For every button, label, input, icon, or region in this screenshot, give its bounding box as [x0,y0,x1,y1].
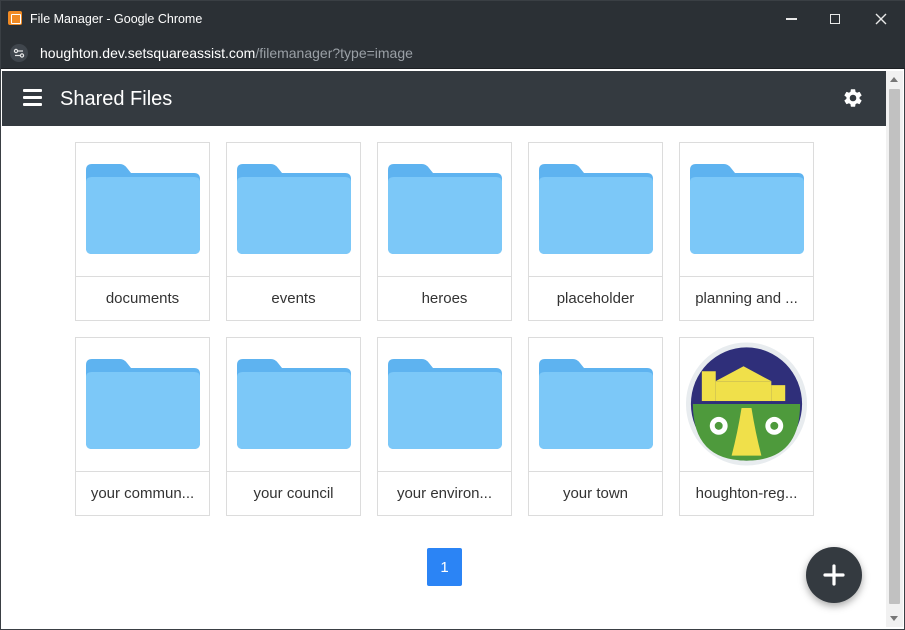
maximize-icon [830,14,840,24]
tile-thumbnail [227,143,360,277]
folder-tile[interactable]: documents [75,142,210,321]
scroll-down-icon[interactable] [890,616,898,621]
folder-icon [237,164,351,254]
scrollbar[interactable] [886,71,903,627]
council-crest-image [685,342,808,466]
app-icon [8,11,22,25]
tile-thumbnail [76,143,209,277]
scroll-up-icon[interactable] [890,77,898,82]
site-info-icon[interactable] [10,44,28,62]
url-text[interactable]: houghton.dev.setsquareassist.com/fileman… [40,45,413,61]
tile-thumbnail [529,338,662,472]
tile-thumbnail [680,338,813,472]
gear-icon [844,89,862,107]
url-host: houghton.dev.setsquareassist.com [40,45,256,61]
pagination-page-1[interactable]: 1 [427,548,462,586]
window-title: File Manager - Google Chrome [30,12,203,26]
folder-icon [388,359,502,449]
browser-window: File Manager - Google Chrome houghton.de… [0,0,905,630]
close-icon [875,13,887,25]
tile-label: events [271,290,316,307]
folder-icon [388,164,502,254]
tile-thumbnail [529,143,662,277]
folder-tile[interactable]: planning and ... [679,142,814,321]
tile-thumbnail [378,338,511,472]
tile-label: planning and ... [695,290,798,307]
plus-icon [823,564,845,586]
folder-tile[interactable]: placeholder [528,142,663,321]
folder-icon [86,359,200,449]
folder-tile[interactable]: heroes [377,142,512,321]
settings-button[interactable] [842,87,864,109]
url-path: /filemanager?type=image [255,45,413,61]
tile-label: your town [562,485,629,502]
tile-label: houghton-reg... [695,485,798,502]
folder-icon [690,164,804,254]
minimize-button[interactable] [768,1,814,37]
tile-label: your council [253,485,334,502]
folder-tile[interactable]: your environ... [377,337,512,516]
tile-thumbnail [680,143,813,277]
minimize-icon [785,18,797,20]
image-tile[interactable]: houghton-reg... [679,337,814,516]
folder-tile[interactable]: your council [226,337,361,516]
tile-thumbnail [378,143,511,277]
address-bar[interactable]: houghton.dev.setsquareassist.com/fileman… [1,37,905,69]
tile-label: your commun... [90,485,195,502]
folder-tile[interactable]: your town [528,337,663,516]
scrollbar-thumb[interactable] [889,89,900,604]
maximize-button[interactable] [812,1,858,37]
tile-label: your environ... [396,485,493,502]
tile-thumbnail [76,338,209,472]
window-titlebar: File Manager - Google Chrome [1,1,905,37]
menu-icon[interactable] [23,89,43,107]
folder-icon [539,359,653,449]
add-button[interactable] [806,547,862,603]
folder-tile[interactable]: events [226,142,361,321]
tile-thumbnail [227,338,360,472]
page-title: Shared Files [60,88,173,110]
tile-label: heroes [421,290,468,307]
folder-tile[interactable]: your commun... [75,337,210,516]
folder-icon [539,164,653,254]
app-header: Shared Files [2,71,886,126]
folder-icon [86,164,200,254]
tile-label: placeholder [556,290,635,307]
folder-icon [237,359,351,449]
tile-label: documents [105,290,180,307]
close-button[interactable] [858,1,904,37]
